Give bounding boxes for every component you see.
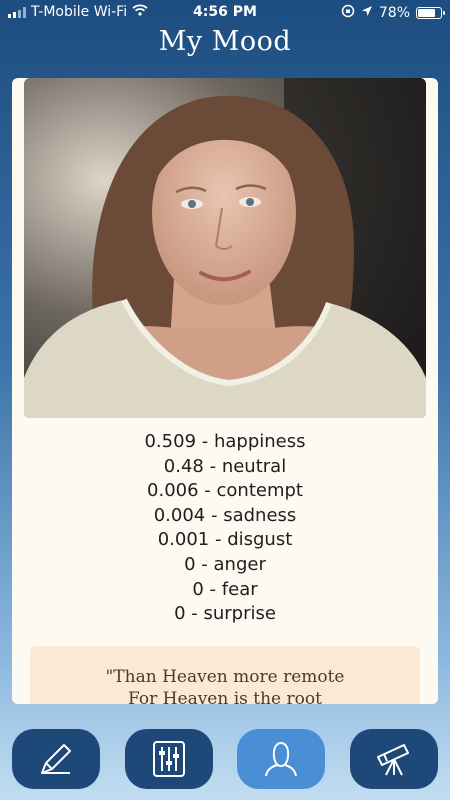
emotion-label: disgust	[227, 529, 293, 551]
emotion-label: neutral	[221, 455, 287, 477]
emotion-score: 0.004	[153, 504, 206, 526]
quote-box: "Than Heaven more remote For Heaven is t…	[30, 646, 420, 704]
journal-button[interactable]	[12, 729, 100, 789]
mood-button[interactable]	[237, 729, 325, 789]
emotion-score: 0	[184, 553, 196, 575]
emotion-label: surprise	[203, 603, 276, 625]
emotion-row-surprise: 0 - surprise	[174, 603, 276, 625]
emotion-score: 0.001	[157, 529, 210, 551]
quote-line: For Heaven is the root	[128, 689, 322, 704]
emotion-score: 0	[192, 578, 204, 600]
emotion-score: 0.509	[144, 431, 197, 452]
emotion-label: sadness	[223, 504, 297, 526]
sliders-icon	[153, 741, 185, 777]
emotion-row-disgust: 0.001 - disgust	[157, 529, 293, 551]
status-right: 78%	[341, 4, 445, 22]
settings-button[interactable]	[125, 729, 213, 789]
person-icon	[265, 741, 297, 777]
bottom-nav	[0, 712, 450, 800]
emotion-score: 0.48	[163, 455, 204, 477]
emotion-row-happiness: 0.509 - happiness	[144, 431, 306, 452]
emotion-score: 0	[174, 603, 186, 625]
emotion-scores: 0.509 - happiness 0.48 - neutral 0.006 -…	[12, 430, 438, 627]
emotion-row-neutral: 0.48 - neutral	[163, 455, 287, 477]
emotion-label: happiness	[213, 431, 306, 452]
emotion-row-contempt: 0.006 - contempt	[147, 480, 303, 502]
emotion-label: contempt	[216, 480, 303, 502]
pencil-icon	[41, 744, 71, 774]
emotion-row-fear: 0 - fear	[192, 578, 258, 600]
emotion-label: anger	[213, 553, 266, 575]
emotion-row-sadness: 0.004 - sadness	[153, 504, 297, 526]
battery-percent: 78%	[378, 5, 410, 21]
status-bar: T-Mobile Wi-Fi 4:56 PM 78%	[0, 0, 450, 26]
emotion-label: fear	[221, 578, 258, 600]
mood-card: 0.509 - happiness 0.48 - neutral 0.006 -…	[12, 78, 438, 704]
telescope-icon	[377, 744, 409, 776]
location-icon	[361, 5, 373, 21]
battery-icon	[416, 7, 445, 19]
orientation-lock-icon	[341, 4, 355, 22]
page-title: My Mood	[158, 26, 292, 57]
emotion-row-anger: 0 - anger	[184, 553, 266, 575]
selfie-photo	[24, 78, 426, 418]
emotion-score: 0.006	[147, 480, 199, 502]
explore-button[interactable]	[350, 729, 438, 789]
quote-line: "Than Heaven more remote	[105, 667, 345, 687]
